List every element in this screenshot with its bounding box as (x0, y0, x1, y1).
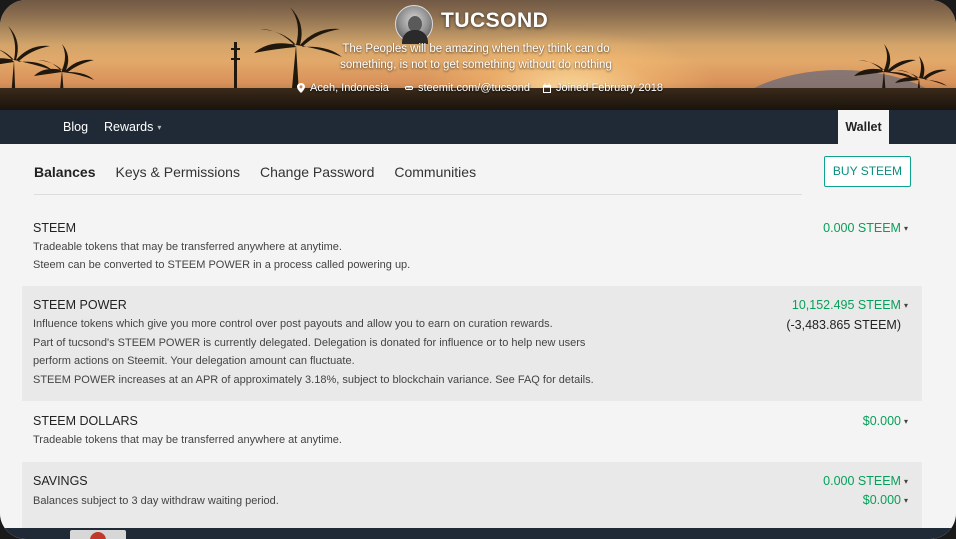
profile-website-link[interactable]: steemit.com/@tucsond (418, 82, 530, 94)
profile-joined: Joined February 2018 (542, 82, 663, 94)
chevron-down-icon: ▾ (157, 123, 162, 133)
caret-down-icon: ▾ (903, 301, 908, 311)
tab-balances[interactable]: Balances (34, 164, 95, 180)
profile-location-text: Aceh, Indonesia (310, 82, 389, 94)
wallet-tabs: Balances Keys & Permissions Change Passw… (34, 164, 476, 180)
caret-down-icon: ▾ (903, 417, 908, 427)
tabs-divider (34, 194, 802, 195)
wallet-content: Balances Keys & Permissions Change Passw… (0, 144, 956, 539)
savings-steem-amount-dropdown[interactable]: 0.000 STEEM ▾ (823, 474, 908, 488)
savings-desc-1: Balances subject to 3 day withdraw waiti… (33, 495, 279, 507)
steem-desc-1: Tradeable tokens that may be transferred… (33, 241, 342, 253)
nav-rewards-label: Rewards (104, 120, 154, 134)
link-icon (405, 86, 413, 90)
caret-down-icon: ▾ (903, 496, 908, 506)
calendar-icon (543, 83, 551, 93)
steem-amount-dropdown[interactable]: 0.000 STEEM ▾ (823, 221, 908, 235)
steem-power-desc-4: STEEM POWER increases at an APR of appro… (33, 374, 594, 386)
nav-blog[interactable]: Blog (63, 120, 88, 134)
caret-down-icon: ▾ (903, 224, 908, 234)
profile-website[interactable]: steemit.com/@tucsond (404, 82, 530, 94)
profile-location: Aceh, Indonesia (296, 82, 389, 94)
balance-row-savings: SAVINGS Balances subject to 3 day withdr… (22, 462, 922, 528)
savings-sbd-amount-dropdown[interactable]: $0.000 ▾ (863, 493, 908, 507)
steem-dollars-desc-1: Tradeable tokens that may be transferred… (33, 434, 342, 446)
nav-wallet[interactable]: Wallet (838, 110, 889, 144)
steem-power-amount-dropdown[interactable]: 10,152.495 STEEM ▾ (792, 298, 908, 312)
profile-navbar: Blog Rewards ▾ (0, 110, 956, 144)
balance-row-steem-power: STEEM POWER Influence tokens which give … (22, 286, 922, 401)
tab-keys-permissions[interactable]: Keys & Permissions (115, 164, 239, 180)
taskbar-item[interactable] (70, 530, 126, 539)
steem-title: STEEM (33, 221, 77, 235)
location-pin-icon (297, 83, 305, 93)
savings-steem-amount: 0.000 STEEM (823, 474, 901, 488)
profile-about: The Peoples will be amazing when they th… (340, 43, 612, 71)
tab-change-password[interactable]: Change Password (260, 164, 374, 180)
avatar[interactable] (395, 5, 433, 44)
steem-power-desc-3: perform actions on Steemit. Your delegat… (33, 355, 355, 367)
buy-steem-button[interactable]: BUY STEEM (824, 156, 911, 187)
steem-power-desc-1: Influence tokens which give you more con… (33, 318, 553, 330)
app-window: TUCSOND The Peoples will be amazing when… (0, 0, 956, 539)
balance-row-steem: STEEM Tradeable tokens that may be trans… (22, 210, 922, 284)
taskbar (0, 528, 956, 539)
steem-power-desc-2: Part of tucsond's STEEM POWER is current… (33, 337, 586, 349)
caret-down-icon: ▾ (903, 477, 908, 487)
steem-dollars-amount-dropdown[interactable]: $0.000 ▾ (863, 414, 908, 428)
savings-sbd-amount: $0.000 (862, 493, 901, 507)
tab-communities[interactable]: Communities (394, 164, 476, 180)
profile-cover: TUCSOND The Peoples will be amazing when… (0, 0, 956, 110)
steem-desc-2: Steem can be converted to STEEM POWER in… (33, 259, 411, 271)
steem-dollars-amount: $0.000 (862, 414, 901, 428)
steem-power-title: STEEM POWER (33, 298, 127, 312)
profile-joined-text: Joined February 2018 (556, 82, 664, 94)
savings-title: SAVINGS (33, 474, 88, 488)
steem-dollars-title: STEEM DOLLARS (33, 414, 138, 428)
app-icon (90, 532, 106, 539)
steem-amount: 0.000 STEEM (823, 221, 901, 235)
balance-row-steem-dollars: STEEM DOLLARS Tradeable tokens that may … (22, 403, 922, 460)
nav-rewards[interactable]: Rewards ▾ (104, 120, 161, 134)
steem-power-delegated: (-3,483.865 STEEM) (786, 318, 901, 332)
steem-power-amount: 10,152.495 STEEM (791, 298, 901, 312)
profile-username: TUCSOND (441, 9, 549, 32)
